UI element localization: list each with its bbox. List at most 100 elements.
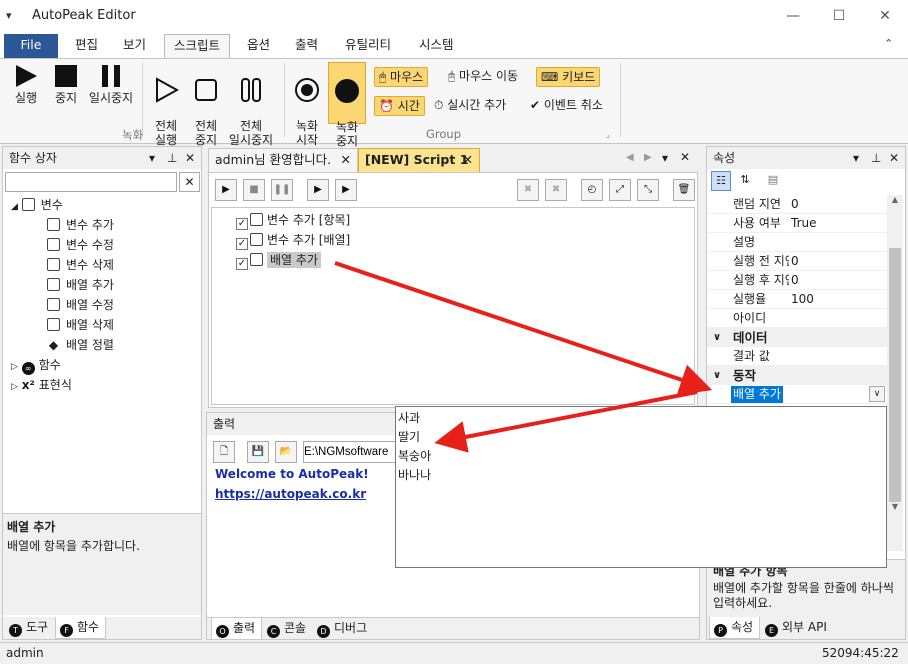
tree-item[interactable]: 배열 삭제 bbox=[11, 315, 201, 335]
stop-all-button[interactable]: 전체 중지 bbox=[188, 63, 224, 147]
menu-output[interactable]: 출력 bbox=[286, 34, 327, 58]
script-item[interactable]: ✓ 변수 추가 [항목] bbox=[236, 210, 350, 230]
property-pages-button[interactable]: ▤ bbox=[763, 171, 783, 191]
close-tab-icon[interactable]: ✕ bbox=[341, 149, 351, 171]
tab-welcome[interactable]: admin님 환영합니다. ✕ bbox=[208, 148, 358, 172]
close-button[interactable]: ✕ bbox=[862, 0, 908, 32]
close-icon[interactable]: ✕ bbox=[889, 147, 899, 169]
property-row[interactable]: 아이디 bbox=[707, 309, 887, 328]
tab-script-1[interactable]: [NEW] Script 1 ✕ bbox=[358, 148, 480, 172]
property-row[interactable]: 설명 bbox=[707, 233, 887, 252]
editor-trash-button[interactable]: 🗑 bbox=[673, 179, 695, 201]
editor-delete-button[interactable]: ✖ bbox=[545, 179, 567, 201]
scroll-up-icon[interactable]: ▲ bbox=[887, 195, 903, 204]
tab-dropdown-icon[interactable]: ▾ bbox=[662, 151, 668, 165]
property-row[interactable]: 결과 값 bbox=[707, 347, 887, 366]
property-row[interactable]: 실행율 100 bbox=[707, 290, 887, 309]
editor-expand-button[interactable]: ⤢ bbox=[609, 179, 631, 201]
property-row[interactable]: 실행 전 지연0 bbox=[707, 252, 887, 271]
tree-item[interactable]: 변수 삭제 bbox=[11, 255, 201, 275]
dialog-launcher-icon[interactable]: ⌟ bbox=[606, 130, 610, 139]
tree-item[interactable]: 배열 추가 bbox=[11, 275, 201, 295]
time-toggle[interactable]: ⏰ 시간 bbox=[374, 96, 425, 116]
pause-button[interactable]: 일시중지 bbox=[86, 63, 136, 105]
category-data[interactable]: ∨ 데이터 bbox=[707, 328, 887, 347]
mouse-toggle[interactable]: 🖱 마우스 bbox=[374, 67, 429, 87]
dropdown-icon[interactable]: ▾ bbox=[149, 147, 155, 169]
maximize-button[interactable]: ☐ bbox=[816, 0, 862, 32]
checkbox[interactable]: ✓ bbox=[236, 238, 248, 250]
stop-button[interactable]: 중지 bbox=[48, 63, 84, 105]
checkbox[interactable]: ✓ bbox=[236, 218, 248, 230]
scroll-thumb[interactable] bbox=[889, 248, 901, 502]
keyboard-toggle[interactable]: ⌨ 키보드 bbox=[536, 67, 601, 87]
tree-node-variables[interactable]: ◢ 변수 bbox=[11, 195, 201, 215]
script-item[interactable]: ✓ 변수 추가 [배열] bbox=[236, 230, 350, 250]
close-icon[interactable]: ✕ bbox=[185, 147, 195, 169]
checkbox[interactable]: ✓ bbox=[236, 258, 248, 270]
tree-item[interactable]: 변수 수정 bbox=[11, 235, 201, 255]
editor-step-button[interactable]: ▶ bbox=[307, 179, 329, 201]
run-button[interactable]: 실행 bbox=[8, 63, 44, 105]
property-row-selected[interactable]: 배열 추가 ∨ bbox=[707, 385, 887, 404]
scroll-right-icon[interactable]: ▶ bbox=[644, 152, 652, 163]
record-stop-button[interactable]: 녹화 중지 bbox=[328, 62, 366, 148]
property-row[interactable]: 사용 여부 True bbox=[707, 214, 887, 233]
property-row[interactable]: 랜덤 지연 0 bbox=[707, 195, 887, 214]
output-open-button[interactable]: 📂 bbox=[275, 441, 297, 463]
tab-output[interactable]: O 출력 bbox=[211, 618, 263, 640]
tab-external-api[interactable]: E 외부 API bbox=[761, 617, 833, 639]
realtime-add-toggle[interactable]: ⏱ 실시간 추가 bbox=[430, 96, 510, 116]
tree-node-expressions[interactable]: ▷ x² 표현식 bbox=[11, 375, 201, 395]
menu-edit[interactable]: 편집 bbox=[66, 34, 107, 58]
minimize-button[interactable]: — bbox=[770, 0, 816, 32]
menu-system[interactable]: 시스템 bbox=[410, 34, 463, 58]
output-new-button[interactable]: 🗋 bbox=[213, 441, 235, 463]
scroll-left-icon[interactable]: ◀ bbox=[626, 152, 634, 163]
close-tab-icon[interactable]: ✕ bbox=[463, 149, 473, 171]
categorized-view-button[interactable]: ☷ bbox=[711, 171, 731, 191]
tree-item[interactable]: ◆ 배열 정렬 bbox=[11, 335, 201, 355]
close-document-icon[interactable]: ✕ bbox=[680, 150, 690, 164]
property-scrollbar[interactable]: ▲ ▼ bbox=[887, 195, 903, 551]
category-action[interactable]: ∨ 동작 bbox=[707, 366, 887, 385]
editor-pause-button[interactable]: ❚❚ bbox=[271, 179, 293, 201]
array-items-editor[interactable]: 사과 딸기 복숭아 바나나 bbox=[395, 406, 887, 568]
website-link[interactable]: https://autopeak.co.kr bbox=[215, 487, 366, 501]
output-save-button[interactable]: 💾 bbox=[247, 441, 269, 463]
menu-script[interactable]: 스크립트 bbox=[164, 34, 231, 58]
menu-icon[interactable]: ▾ bbox=[6, 9, 12, 22]
tab-tools[interactable]: T 도구 bbox=[5, 617, 54, 639]
dropdown-icon[interactable]: ▾ bbox=[853, 147, 859, 169]
pin-icon[interactable]: ⊥ bbox=[167, 147, 177, 169]
menu-view[interactable]: 보기 bbox=[114, 34, 155, 58]
mouse-move-toggle[interactable]: 🖰 마우스 이동 bbox=[444, 67, 522, 87]
editor-step-run-button[interactable]: ▶ bbox=[335, 179, 357, 201]
tab-debug[interactable]: D 디버그 bbox=[313, 618, 373, 640]
function-search-input[interactable] bbox=[5, 172, 177, 192]
clear-search-button[interactable]: ✕ bbox=[179, 172, 200, 192]
output-path-input[interactable] bbox=[303, 441, 397, 463]
run-all-button[interactable]: 전체 실행 bbox=[148, 63, 184, 147]
tree-item[interactable]: 변수 추가 bbox=[11, 215, 201, 235]
editor-disable-button[interactable]: ✖ bbox=[517, 179, 539, 201]
tab-properties[interactable]: P 속성 bbox=[709, 617, 761, 639]
event-cancel-button[interactable]: ✔ 이벤트 취소 bbox=[526, 96, 607, 116]
alphabetical-view-button[interactable]: ⇅ bbox=[735, 171, 755, 191]
dialog-launcher-icon[interactable]: ⌟ bbox=[266, 130, 270, 139]
pin-icon[interactable]: ⊥ bbox=[871, 147, 881, 169]
scroll-down-icon[interactable]: ▼ bbox=[887, 502, 903, 511]
property-row[interactable]: 실행 후 지연0 bbox=[707, 271, 887, 290]
editor-run-button[interactable]: ▶ bbox=[215, 179, 237, 201]
editor-stop-button[interactable]: ■ bbox=[243, 179, 265, 201]
menu-file[interactable]: File bbox=[4, 34, 58, 58]
menu-utility[interactable]: 유틸리티 bbox=[336, 34, 400, 58]
menu-options[interactable]: 옵션 bbox=[238, 34, 279, 58]
editor-collapse-button[interactable]: ⤡ bbox=[637, 179, 659, 201]
tree-node-functions[interactable]: ▷ ∞ 함수 bbox=[11, 355, 201, 375]
dropdown-button[interactable]: ∨ bbox=[869, 386, 885, 402]
editor-timer-button[interactable]: ◴ bbox=[581, 179, 603, 201]
collapse-ribbon-icon[interactable]: ⌃ bbox=[884, 37, 893, 50]
script-item-selected[interactable]: ✓ 배열 추가 bbox=[236, 250, 321, 270]
tab-console[interactable]: C 콘솔 bbox=[263, 618, 312, 640]
